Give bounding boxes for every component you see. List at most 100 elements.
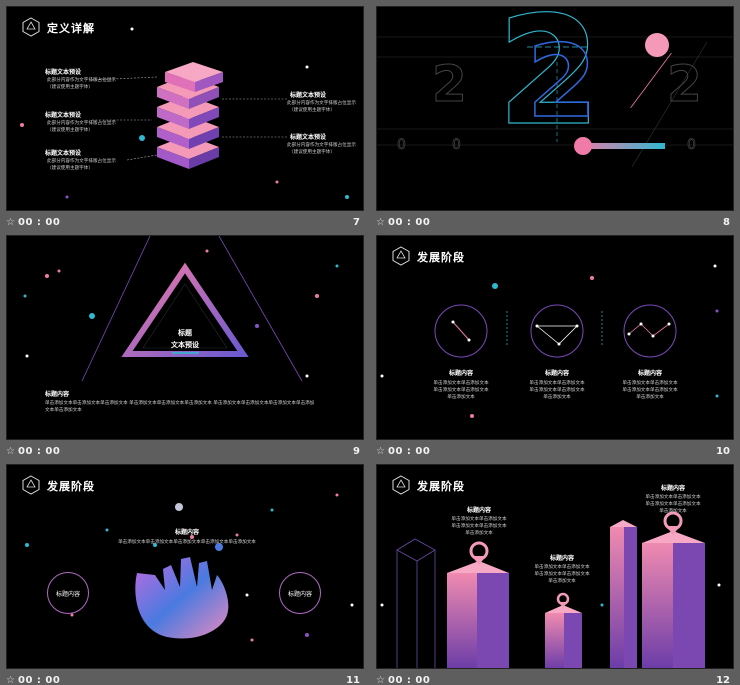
ghost-zero: 0 [397, 137, 407, 154]
item-body: 单击添加文本单击添加文本 [451, 524, 507, 529]
slide-number: 7 [353, 217, 360, 228]
label-body: （建议使用主题字体） [47, 128, 93, 133]
inner-number: 2 [526, 23, 597, 140]
item-body: 单击添加文本单击添加文本 [645, 502, 701, 507]
label-body: 此部分内容作为文字排版占位显示 [47, 78, 116, 83]
star-icon[interactable]: ☆ [376, 446, 385, 457]
item-body: 单击添加文本单击添加文本 [451, 517, 507, 522]
column-body: 单击添加文本 [543, 395, 571, 400]
right-circle-label: 标题内容 [279, 572, 321, 614]
label-body: （建议使用主题字体） [47, 166, 93, 171]
column-body: 单击添加文本 [447, 395, 475, 400]
ghost-number-left: 2 [432, 55, 468, 113]
slide-timing: 00 : 00 [388, 446, 431, 457]
slide-footer: ☆ 00 : 00 7 [6, 213, 364, 233]
ghost-zero: 0 [687, 137, 697, 154]
star-icon[interactable]: ☆ [376, 675, 385, 685]
triangle-title: 标题 [178, 329, 192, 337]
slide-canvas: 2 2 2 2 0 0 0 [376, 6, 734, 211]
column-title: 标题内容 [544, 370, 569, 377]
triangle-subtitle: 文本预设 [171, 341, 199, 349]
label-title: 标题文本预设 [290, 92, 327, 99]
slide-11-graphics [25, 493, 354, 642]
column-body: 单击添加文本单击添加文本 [433, 381, 489, 386]
content-heading: 标题内容 [45, 391, 70, 398]
left-circle-label: 标题内容 [47, 572, 89, 614]
slide-thumbnail-7[interactable]: 定义详解 标题文本预设 此部分内容作为文字排版占位显示 （建议使用主题字体） 标… [6, 6, 364, 235]
content-body: 单击添加文本单击添加文本单击添加文本 单击添加文本单击添加文本单击添加文本 单击… [45, 401, 315, 406]
slide-number: 11 [346, 675, 360, 685]
content-body: 单击添加文本单击添加文本单击添加文本单击添加文本单击添加文本 [118, 540, 256, 545]
slide-timing: 00 : 00 [388, 675, 431, 685]
item-body: 单击添加文本 [548, 579, 576, 584]
column-body: 单击添加文本单击添加文本 [622, 381, 678, 386]
slide-thumbnail-8[interactable]: 2 2 2 2 0 0 0 ☆ 00 : 00 8 [376, 6, 734, 235]
star-icon[interactable]: ☆ [6, 217, 15, 228]
slide-canvas: 发展阶段 标题内容 单击添加文本单击添加文本单击添加文本单击添加文本单击添加文本… [6, 464, 364, 669]
slide-timing: 00 : 00 [18, 675, 61, 685]
star-icon[interactable]: ☆ [376, 217, 385, 228]
slide-footer: ☆ 00 : 00 8 [376, 213, 734, 233]
label-body: 此部分内容作为文字排版占位显示 [287, 101, 356, 106]
label-body: 此部分内容作为文字排版占位显示 [287, 143, 356, 148]
slide-thumbnail-11[interactable]: 发展阶段 标题内容 单击添加文本单击添加文本单击添加文本单击添加文本单击添加文本… [6, 464, 364, 685]
content-heading: 标题内容 [174, 529, 199, 536]
slide-timing: 00 : 00 [388, 217, 431, 228]
ghost-zero: 0 [452, 137, 462, 154]
item-title: 标题内容 [549, 555, 574, 562]
column-body: 单击添加文本单击添加文本 [529, 388, 585, 393]
logo-icon [22, 475, 40, 495]
content-body: 文本单击添加文本 [45, 408, 82, 413]
item-body: 单击添加文本单击添加文本 [534, 572, 590, 577]
slide-thumbnail-9[interactable]: 标题 文本预设 标题内容 单击添加文本单击添加文本单击添加文本 单击添加文本单击… [6, 235, 364, 464]
slide-title: 发展阶段 [417, 251, 465, 264]
label-body: （建议使用主题字体） [289, 108, 335, 113]
slide-canvas: 发展阶段 标题内容 单击添加文本单击添加文本 单击添加文本单击添加文本 单击添加… [376, 235, 734, 440]
slide-footer: ☆ 00 : 00 11 [6, 671, 364, 685]
column-body: 单击添加文本 [636, 395, 664, 400]
slide-canvas: 定义详解 标题文本预设 此部分内容作为文字排版占位显示 （建议使用主题字体） 标… [6, 6, 364, 211]
item-body: 单击添加文本 [659, 509, 687, 514]
item-body: 单击添加文本单击添加文本 [534, 565, 590, 570]
slide-thumbnail-10[interactable]: 发展阶段 标题内容 单击添加文本单击添加文本 单击添加文本单击添加文本 单击添加… [376, 235, 734, 464]
logo-icon [392, 475, 410, 495]
slide-number: 12 [716, 675, 730, 685]
ghost-number-right: 2 [667, 55, 703, 113]
column-body: 单击添加文本单击添加文本 [622, 388, 678, 393]
slide-timing: 00 : 00 [18, 217, 61, 228]
label-body: 此部分内容作为文字排版占位显示 [47, 121, 116, 126]
item-title: 标题内容 [660, 485, 685, 492]
slide-title: 发展阶段 [47, 480, 95, 493]
slide-title: 定义详解 [47, 22, 95, 35]
slide-number: 9 [353, 446, 360, 457]
logo-icon [392, 246, 410, 266]
slide-footer: ☆ 00 : 00 9 [6, 442, 364, 462]
label-body: （建议使用主题字体） [289, 150, 335, 155]
column-title: 标题内容 [637, 370, 662, 377]
slide-10-graphics [380, 264, 719, 418]
slide-footer: ☆ 00 : 00 12 [376, 671, 734, 685]
star-icon[interactable]: ☆ [6, 675, 15, 685]
slide-canvas: 发展阶段 标题内容 单击添加文本单击添加文本 单击添加文本单击添加文本 单击添加… [376, 464, 734, 669]
label-body: （建议使用主题字体） [47, 85, 93, 90]
label-title: 标题文本预设 [45, 150, 82, 157]
star-icon[interactable]: ☆ [6, 446, 15, 457]
item-body: 单击添加文本单击添加文本 [645, 495, 701, 500]
label-title: 标题文本预设 [290, 134, 327, 141]
slide-timing: 00 : 00 [18, 446, 61, 457]
label-title: 标题文本预设 [45, 112, 82, 119]
label-body: 此部分内容作为文字排版占位显示 [47, 159, 116, 164]
slide-number: 8 [723, 217, 730, 228]
slide-number: 10 [716, 446, 730, 457]
slide-title: 发展阶段 [417, 480, 465, 493]
column-body: 单击添加文本单击添加文本 [529, 381, 585, 386]
column-title: 标题内容 [448, 370, 473, 377]
item-title: 标题内容 [466, 507, 491, 514]
slide-footer: ☆ 00 : 00 10 [376, 442, 734, 462]
logo-icon [22, 17, 40, 37]
column-body: 单击添加文本单击添加文本 [433, 388, 489, 393]
item-body: 单击添加文本 [465, 531, 493, 536]
label-title: 标题文本预设 [45, 69, 82, 76]
slide-thumbnail-12[interactable]: 发展阶段 标题内容 单击添加文本单击添加文本 单击添加文本单击添加文本 单击添加… [376, 464, 734, 685]
slide-canvas: 标题 文本预设 标题内容 单击添加文本单击添加文本单击添加文本 单击添加文本单击… [6, 235, 364, 440]
